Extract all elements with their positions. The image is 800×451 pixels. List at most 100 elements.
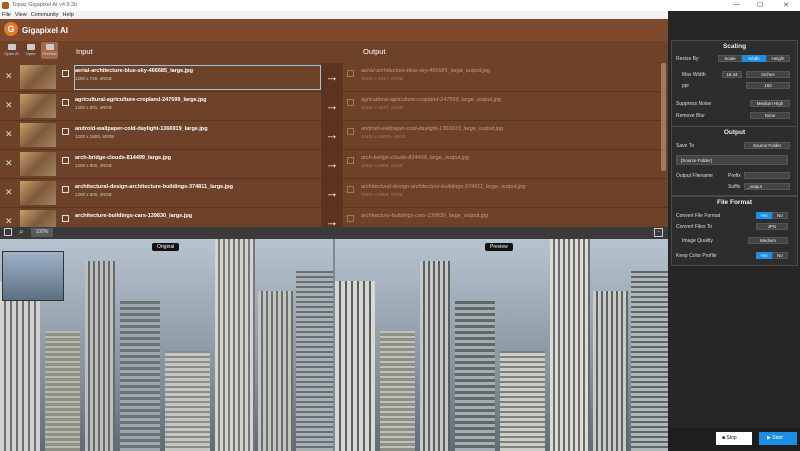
blur-select[interactable]: None [750,112,790,119]
arrow-right-icon: → [321,179,343,207]
remove-icon[interactable]: ✕ [5,100,13,111]
menu-view[interactable]: View [13,11,29,18]
gigapixel-logo: G [4,22,18,36]
scaling-title: Scaling [722,43,747,50]
open-external-icon[interactable] [347,157,354,164]
ppi-input[interactable]: 150 [746,82,790,89]
table-row[interactable]: ✕ aerial-architecture-blue-sky-466685_la… [0,63,668,92]
table-row[interactable]: ✕ arch-bridge-clouds-814499_large.jpg 120… [0,150,668,179]
max-width-input[interactable]: 16.44 [722,71,742,78]
search-icon[interactable]: ⌕ [19,227,23,237]
app-header: G Gigapixel AI [0,19,668,41]
unit-select[interactable]: Inches [746,71,790,78]
thumbnail [20,94,56,118]
convert-format-label: Convert File Format [676,213,721,219]
open-external-icon[interactable] [62,186,69,193]
app-logo-icon [2,2,9,9]
fit-view-icon[interactable] [4,228,12,236]
stop-button[interactable]: ■ Stop [716,432,752,445]
open-external-icon[interactable] [62,99,69,106]
resize-by-label: Resize By [676,56,699,62]
quality-select[interactable]: Medium [748,237,788,244]
menu-community[interactable]: Community [29,11,61,18]
output-title: Output [723,129,746,136]
open-button[interactable]: Open [22,42,39,59]
menu-file[interactable]: File [0,11,13,18]
action-bar: ■ Stop ▶ Start [668,428,800,451]
scale-button[interactable]: Scale [718,55,742,62]
keep-no-toggle[interactable]: No [772,252,788,259]
file-format-title: File Format [716,199,753,206]
building [500,351,545,451]
arrow-right-icon: → [321,208,343,227]
table-row[interactable]: ✕ architectural-design-architecture-buil… [0,179,668,208]
noise-select[interactable]: Medium High [750,100,790,107]
remove-icon[interactable]: ✕ [5,158,13,169]
minimize-button[interactable]: — [733,1,740,8]
format-select[interactable]: JPG [756,223,788,230]
open-external-icon[interactable] [347,128,354,135]
ppi-label: ppi [682,83,689,89]
remove-icon[interactable]: ✕ [5,129,13,140]
output-header: Output [363,47,386,56]
view-toolbar: ⌕ 100% − [0,227,668,239]
keep-profile-label: Keep Color Profile [676,253,717,259]
open-ai-button[interactable]: Open AI [3,42,20,59]
quality-label: Image Quality [682,238,713,244]
open-external-icon[interactable] [347,215,354,222]
building [258,291,293,451]
building [335,281,375,451]
preview-button[interactable]: Preview [41,42,58,59]
input-cell: architecture-buildings-cars-139830_large… [75,213,193,219]
open-external-icon[interactable] [62,128,69,135]
preview-pane[interactable]: Preview [335,239,668,451]
settings-sidebar: Scaling Resize By Scale Width Height Max… [668,11,800,451]
original-label: Original [152,243,180,251]
open-external-icon[interactable] [62,215,69,222]
output-cell: agricultural-agriculture-cropland-247599… [361,97,502,110]
open-external-icon[interactable] [347,99,354,106]
open-external-icon[interactable] [62,70,69,77]
collapse-icon[interactable]: − [654,228,663,237]
close-button[interactable]: ✕ [783,1,789,9]
navigator-thumbnail[interactable] [2,251,64,301]
remove-icon[interactable]: ✕ [5,216,13,227]
menu-help[interactable]: Help [61,11,76,18]
input-cell: architectural-design-architecture-buildi… [75,184,234,197]
prefix-input[interactable] [744,172,790,179]
suffix-input[interactable]: _output [744,183,790,190]
remove-icon[interactable]: ✕ [5,187,13,198]
source-folder-field[interactable]: [Source Folder] [676,155,788,165]
remove-icon[interactable]: ✕ [5,71,13,82]
thumbnail [20,210,56,227]
open-external-icon[interactable] [62,157,69,164]
open-external-icon[interactable] [347,70,354,77]
prefix-label: Prefix [728,173,741,179]
original-pane[interactable]: Original [0,239,333,451]
arrow-right-icon: → [321,150,343,178]
save-to-select[interactable]: Source Folder [744,142,790,149]
zoom-select[interactable]: 100% [31,228,53,237]
app-window: Topaz Gigapixel AI v4.9.3b — ☐ ✕ File Vie… [0,0,800,451]
height-button[interactable]: Height [766,55,790,62]
folder-icon [26,44,35,50]
open-external-icon[interactable] [347,186,354,193]
thumbnail [20,152,56,176]
input-cell: aerial-architecture-blue-sky-466685_larg… [74,65,321,90]
building [455,301,495,451]
list-scrollbar[interactable] [661,63,666,171]
table-row[interactable]: ✕ android-wallpaper-cold-daylight-136691… [0,121,668,150]
convert-yes-toggle[interactable]: Yes [756,212,772,219]
maximize-button[interactable]: ☐ [757,1,763,9]
suppress-noise-label: Suppress Noise [676,101,712,107]
window-title: Topaz Gigapixel AI v4.9.3b [12,2,78,8]
convert-no-toggle[interactable]: No [772,212,788,219]
building [215,239,255,451]
building [120,301,160,451]
width-button[interactable]: Width [742,55,766,62]
table-row[interactable]: ✕ agricultural-agriculture-cropland-2475… [0,92,668,121]
start-button[interactable]: ▶ Start [759,432,797,445]
keep-yes-toggle[interactable]: Yes [756,252,772,259]
title-bar: Topaz Gigapixel AI v4.9.3b — ☐ ✕ [0,0,800,11]
table-row[interactable]: ✕ architecture-buildings-cars-139830_lar… [0,208,668,227]
